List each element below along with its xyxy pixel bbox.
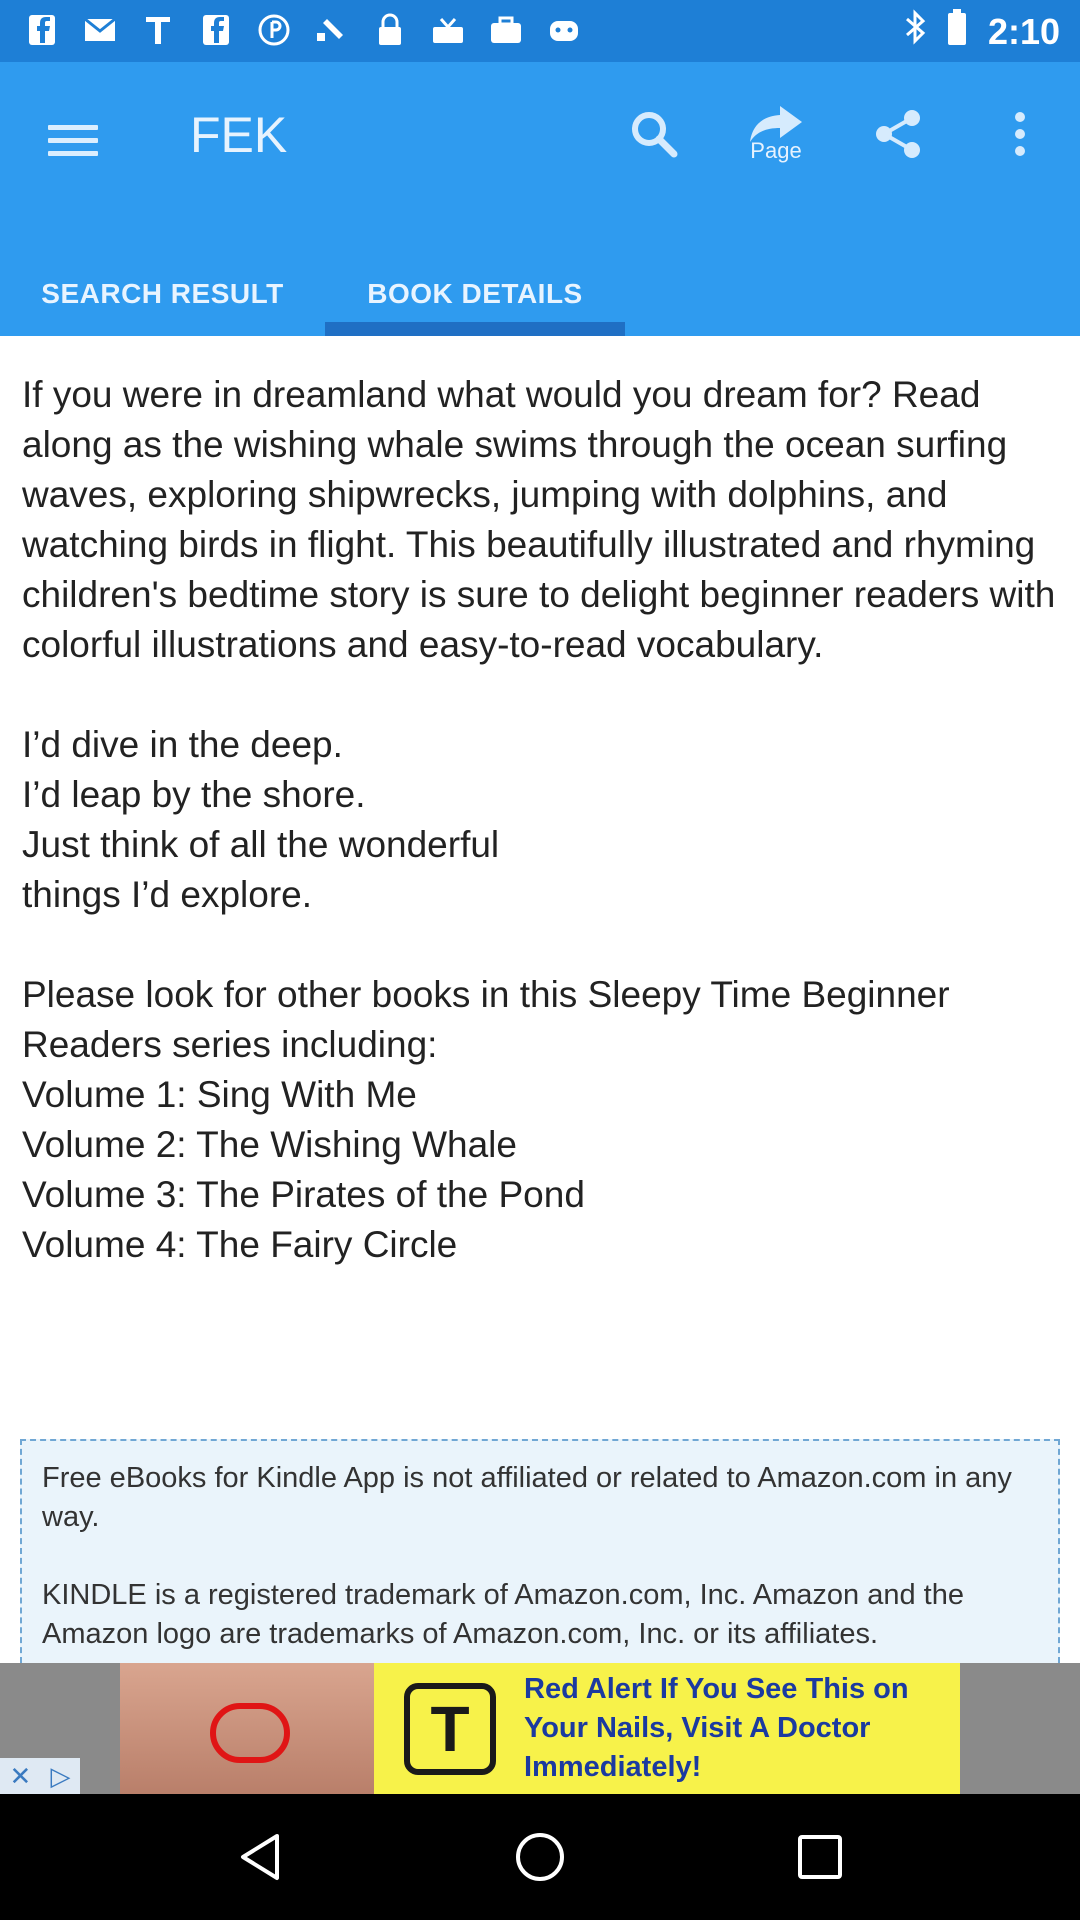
close-ad-icon[interactable]: ✕ [10,1761,32,1792]
inbox-icon [430,12,466,48]
facebook-icon [24,12,60,48]
clock: 2:10 [987,10,1060,52]
tab-book-details[interactable]: BOOK DETAILS [325,252,625,336]
adchoices-icon[interactable]: ▷ [50,1761,70,1792]
ad-controls: ✕ ▷ [0,1758,80,1794]
mail-icon [82,12,118,48]
android-icon [546,12,582,48]
notification-icons [24,12,582,48]
disclaimer-text: Free eBooks for Kindle App is not affili… [42,1462,1012,1650]
satellite-icon [314,12,350,48]
menu-icon[interactable] [48,117,98,167]
book-description: If you were in dreamland what would you … [22,370,1062,1270]
home-icon[interactable] [510,1827,570,1887]
app-title: FEK [190,107,288,163]
facebook-icon [198,12,234,48]
ad-headline: Red Alert If You See This on Your Nails,… [524,1673,909,1783]
ad-content[interactable]: T Red Alert If You See This on Your Nail… [120,1663,960,1794]
ad-image [120,1663,374,1794]
app-bar: FEK Page SEARCH RESULT BOOK DETAILS [0,62,1080,336]
system-nav-bar [0,1794,1080,1920]
back-icon[interactable] [230,1827,290,1887]
pinterest-icon [256,12,292,48]
share-icon[interactable] [866,102,930,166]
tab-search-result[interactable]: SEARCH RESULT [0,252,325,336]
more-options-icon[interactable] [988,102,1052,166]
lock-icon [372,12,408,48]
book-details-content: If you were in dreamland what would you … [22,370,1062,1270]
ad-text-panel[interactable]: T Red Alert If You See This on Your Nail… [374,1663,960,1794]
toolbar-actions: Page [622,102,1052,166]
search-icon[interactable] [622,102,686,166]
status-right: 2:10 [904,8,1060,55]
battery-icon [946,8,968,55]
description-text: If you were in dreamland what would you … [22,374,1056,1265]
ad-logo: T [404,1682,496,1775]
recent-apps-icon[interactable] [790,1827,850,1887]
tab-bar: SEARCH RESULT BOOK DETAILS [0,252,625,336]
page-label: Page [750,138,802,163]
bluetooth-icon [904,9,926,54]
status-bar: 2:10 [0,0,1080,62]
t-icon [140,12,176,48]
go-to-page-button[interactable]: Page [744,102,808,166]
disclaimer-box: Free eBooks for Kindle App is not affili… [20,1439,1060,1663]
briefcase-icon [488,12,524,48]
ad-banner[interactable]: T Red Alert If You See This on Your Nail… [0,1663,1080,1794]
